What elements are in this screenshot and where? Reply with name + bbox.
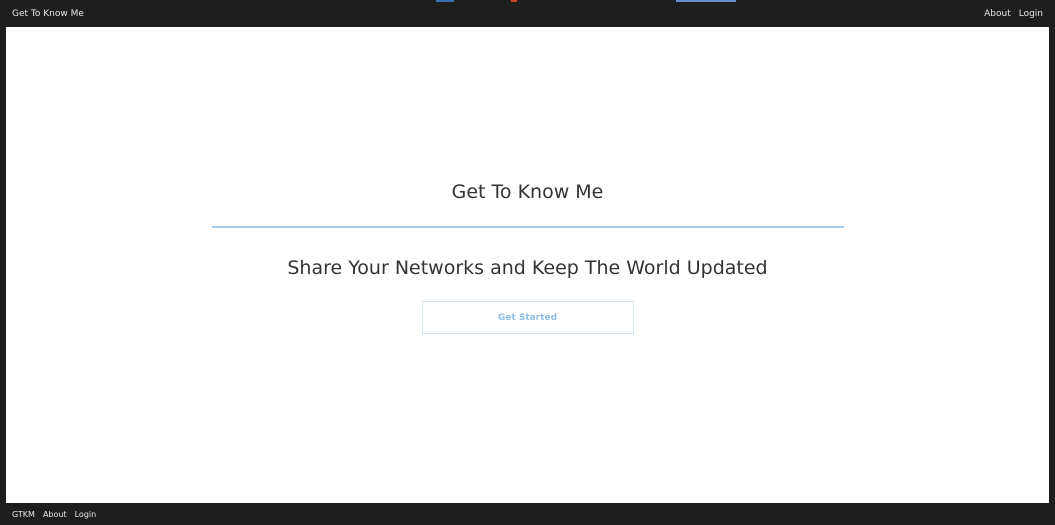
- hero-divider: [211, 226, 844, 228]
- hero-subtitle: Share Your Networks and Keep The World U…: [287, 257, 768, 279]
- footer-gtkm-link[interactable]: GTKM: [12, 510, 35, 519]
- header-accent-red: [511, 0, 517, 2]
- get-started-button[interactable]: Get Started: [421, 301, 634, 334]
- header-accent-blue: [436, 0, 454, 2]
- top-nav-links: About Login: [984, 9, 1043, 19]
- footer-about-link[interactable]: About: [43, 510, 67, 519]
- nav-about-link[interactable]: About: [984, 9, 1011, 19]
- footer-bar: GTKM About Login: [6, 503, 1049, 525]
- page-frame: Get To Know Me About Login Get To Know M…: [0, 0, 1055, 525]
- hero-title: Get To Know Me: [451, 181, 604, 203]
- footer-login-link[interactable]: Login: [75, 510, 97, 519]
- header-accent-light: [676, 0, 736, 2]
- hero-section: Get To Know Me Share Your Networks and K…: [6, 178, 1049, 334]
- top-navbar: Get To Know Me About Login: [6, 0, 1049, 27]
- nav-login-link[interactable]: Login: [1019, 9, 1043, 19]
- brand-link[interactable]: Get To Know Me: [12, 9, 84, 19]
